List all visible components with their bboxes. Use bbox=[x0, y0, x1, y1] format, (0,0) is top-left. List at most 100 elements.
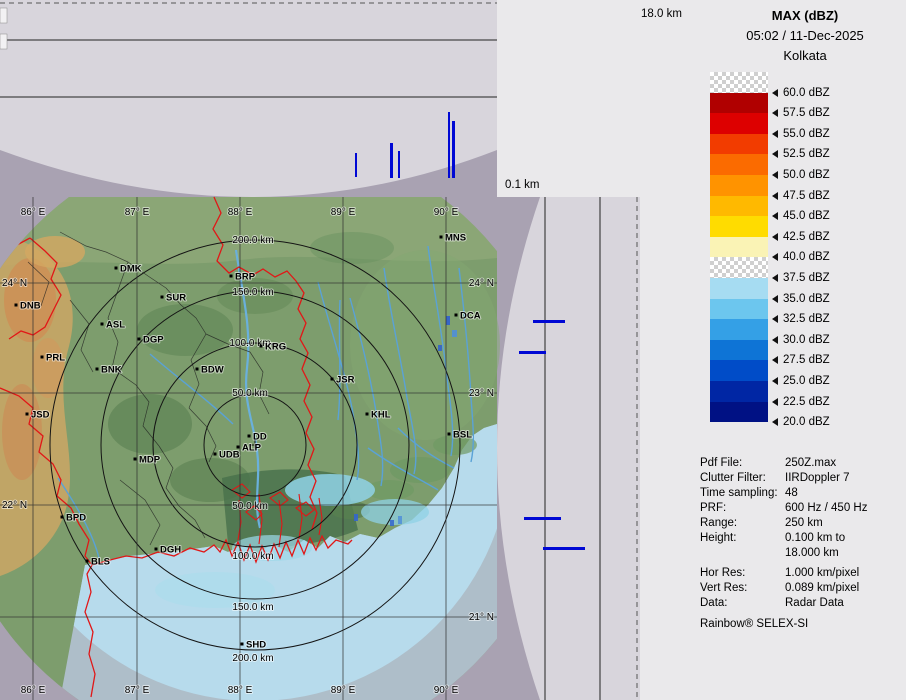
echo-bar bbox=[519, 351, 546, 354]
city-dot bbox=[96, 368, 99, 371]
level-arrow-icon bbox=[772, 418, 778, 426]
city-dot bbox=[448, 433, 451, 436]
city-label: BDW bbox=[201, 365, 224, 376]
level-arrow-icon bbox=[772, 109, 778, 117]
city-label: DGP bbox=[143, 335, 164, 346]
level-label: 30.0 dBZ bbox=[783, 334, 830, 346]
legend-color-box bbox=[710, 299, 768, 320]
city-label: ASL bbox=[106, 320, 125, 331]
radar-site-name: Kolkata bbox=[700, 46, 906, 66]
legend-color-box bbox=[710, 237, 768, 258]
legend-level-row: 52.5 dBZ bbox=[772, 144, 830, 165]
city-dot bbox=[440, 236, 443, 239]
meta-label: Time sampling: bbox=[700, 486, 785, 501]
city-dot bbox=[101, 323, 104, 326]
city-dot bbox=[230, 275, 233, 278]
product-title: MAX (dBZ) bbox=[700, 6, 906, 26]
level-label: 42.5 dBZ bbox=[783, 231, 830, 243]
legend-color-box bbox=[710, 72, 768, 93]
legend-level-row: 25.0 dBZ bbox=[772, 371, 830, 392]
city-dot bbox=[15, 304, 18, 307]
level-label: 37.5 dBZ bbox=[783, 272, 830, 284]
legend-color-box bbox=[710, 278, 768, 299]
legend-color-box bbox=[710, 360, 768, 381]
legend-color-box bbox=[710, 216, 768, 237]
level-arrow-icon bbox=[772, 233, 778, 241]
meta-value: 18.000 km bbox=[785, 546, 839, 561]
ring-label: 200.0 km bbox=[232, 653, 273, 664]
city-label: MNS bbox=[445, 233, 466, 244]
legend-color-box bbox=[710, 154, 768, 175]
city-dot bbox=[138, 338, 141, 341]
level-arrow-icon bbox=[772, 377, 778, 385]
level-label: 25.0 dBZ bbox=[783, 375, 830, 387]
city-dot bbox=[366, 413, 369, 416]
city-label: JSD bbox=[31, 410, 50, 421]
city-dot bbox=[134, 458, 137, 461]
product-metadata: Pdf File:250Z.max Clutter Filter:IIRDopp… bbox=[700, 456, 906, 611]
city-dot bbox=[196, 368, 199, 371]
legend-color-box bbox=[710, 319, 768, 340]
echo-bar bbox=[398, 151, 400, 178]
meta-row: Time sampling:48 bbox=[700, 486, 906, 501]
city-dot bbox=[26, 413, 29, 416]
meta-row: Data:Radar Data bbox=[700, 596, 906, 611]
legend-level-row: 35.0 dBZ bbox=[772, 288, 830, 309]
grid-label: 87° E bbox=[125, 685, 150, 696]
level-label: 55.0 dBZ bbox=[783, 128, 830, 140]
legend-level-row: 40.0 dBZ bbox=[772, 247, 830, 268]
city-dot bbox=[331, 378, 334, 381]
level-arrow-icon bbox=[772, 336, 778, 344]
legend-panel: MAX (dBZ) 05:02 / 11-Dec-2025 Kolkata 60… bbox=[640, 0, 906, 700]
city-dot bbox=[455, 314, 458, 317]
legend-color-box bbox=[710, 381, 768, 402]
city-dot bbox=[155, 548, 158, 551]
level-label: 52.5 dBZ bbox=[783, 148, 830, 160]
echo-bar bbox=[390, 143, 393, 178]
map-canvas[interactable]: 86° E 87° E 88° E 89° E 90° E 86° E 87° … bbox=[0, 189, 511, 700]
level-arrow-icon bbox=[772, 89, 778, 97]
meta-label: Height: bbox=[700, 531, 785, 546]
meta-label: Vert Res: bbox=[700, 581, 785, 596]
level-arrow-icon bbox=[772, 274, 778, 282]
legend-level-labels: 60.0 dBZ 57.5 dBZ 55.0 dBZ 52.5 dBZ 50.0… bbox=[772, 82, 830, 432]
ring-label: 200.0 km bbox=[232, 235, 273, 246]
meta-value: 1.000 km/pixel bbox=[785, 566, 859, 581]
legend-color-box bbox=[710, 175, 768, 196]
ring-label: 50.0 km bbox=[232, 501, 268, 512]
echo-bar bbox=[543, 547, 585, 550]
city-dot bbox=[260, 345, 263, 348]
meta-row: 18.000 km bbox=[700, 546, 906, 561]
meta-row: PRF:600 Hz / 450 Hz bbox=[700, 501, 906, 516]
grid-label: 24° N bbox=[469, 278, 494, 289]
meta-label: Clutter Filter: bbox=[700, 471, 785, 486]
meta-row: Height:0.100 km to bbox=[700, 531, 906, 546]
level-label: 35.0 dBZ bbox=[783, 293, 830, 305]
ring-label: 150.0 km bbox=[232, 287, 273, 298]
meta-value: 0.100 km to bbox=[785, 531, 845, 546]
grid-label: 87° E bbox=[125, 207, 150, 218]
city-label: SUR bbox=[166, 293, 186, 304]
legend-color-box bbox=[710, 257, 768, 278]
grid-label: 90° E bbox=[434, 685, 459, 696]
meta-label: Pdf File: bbox=[700, 456, 785, 471]
meta-label: PRF: bbox=[700, 501, 785, 516]
legend-level-row: 30.0 dBZ bbox=[772, 329, 830, 350]
echo-bar bbox=[355, 153, 357, 177]
meta-row: Pdf File:250Z.max bbox=[700, 456, 906, 471]
legend-level-row: 47.5 dBZ bbox=[772, 185, 830, 206]
legend-level-row: 57.5 dBZ bbox=[772, 103, 830, 124]
grid-label: 90° E bbox=[434, 207, 459, 218]
city-dot bbox=[214, 453, 217, 456]
city-label: BLS bbox=[91, 557, 110, 568]
level-arrow-icon bbox=[772, 130, 778, 138]
right-panel-background bbox=[497, 197, 640, 700]
level-label: 45.0 dBZ bbox=[783, 210, 830, 222]
level-arrow-icon bbox=[772, 253, 778, 261]
grid-label: 89° E bbox=[331, 207, 356, 218]
grid-label: 24° N bbox=[2, 278, 27, 289]
grid-label: 89° E bbox=[331, 685, 356, 696]
legend-color-box bbox=[710, 340, 768, 361]
meta-value: 250 km bbox=[785, 516, 823, 531]
legend-color-box bbox=[710, 113, 768, 134]
